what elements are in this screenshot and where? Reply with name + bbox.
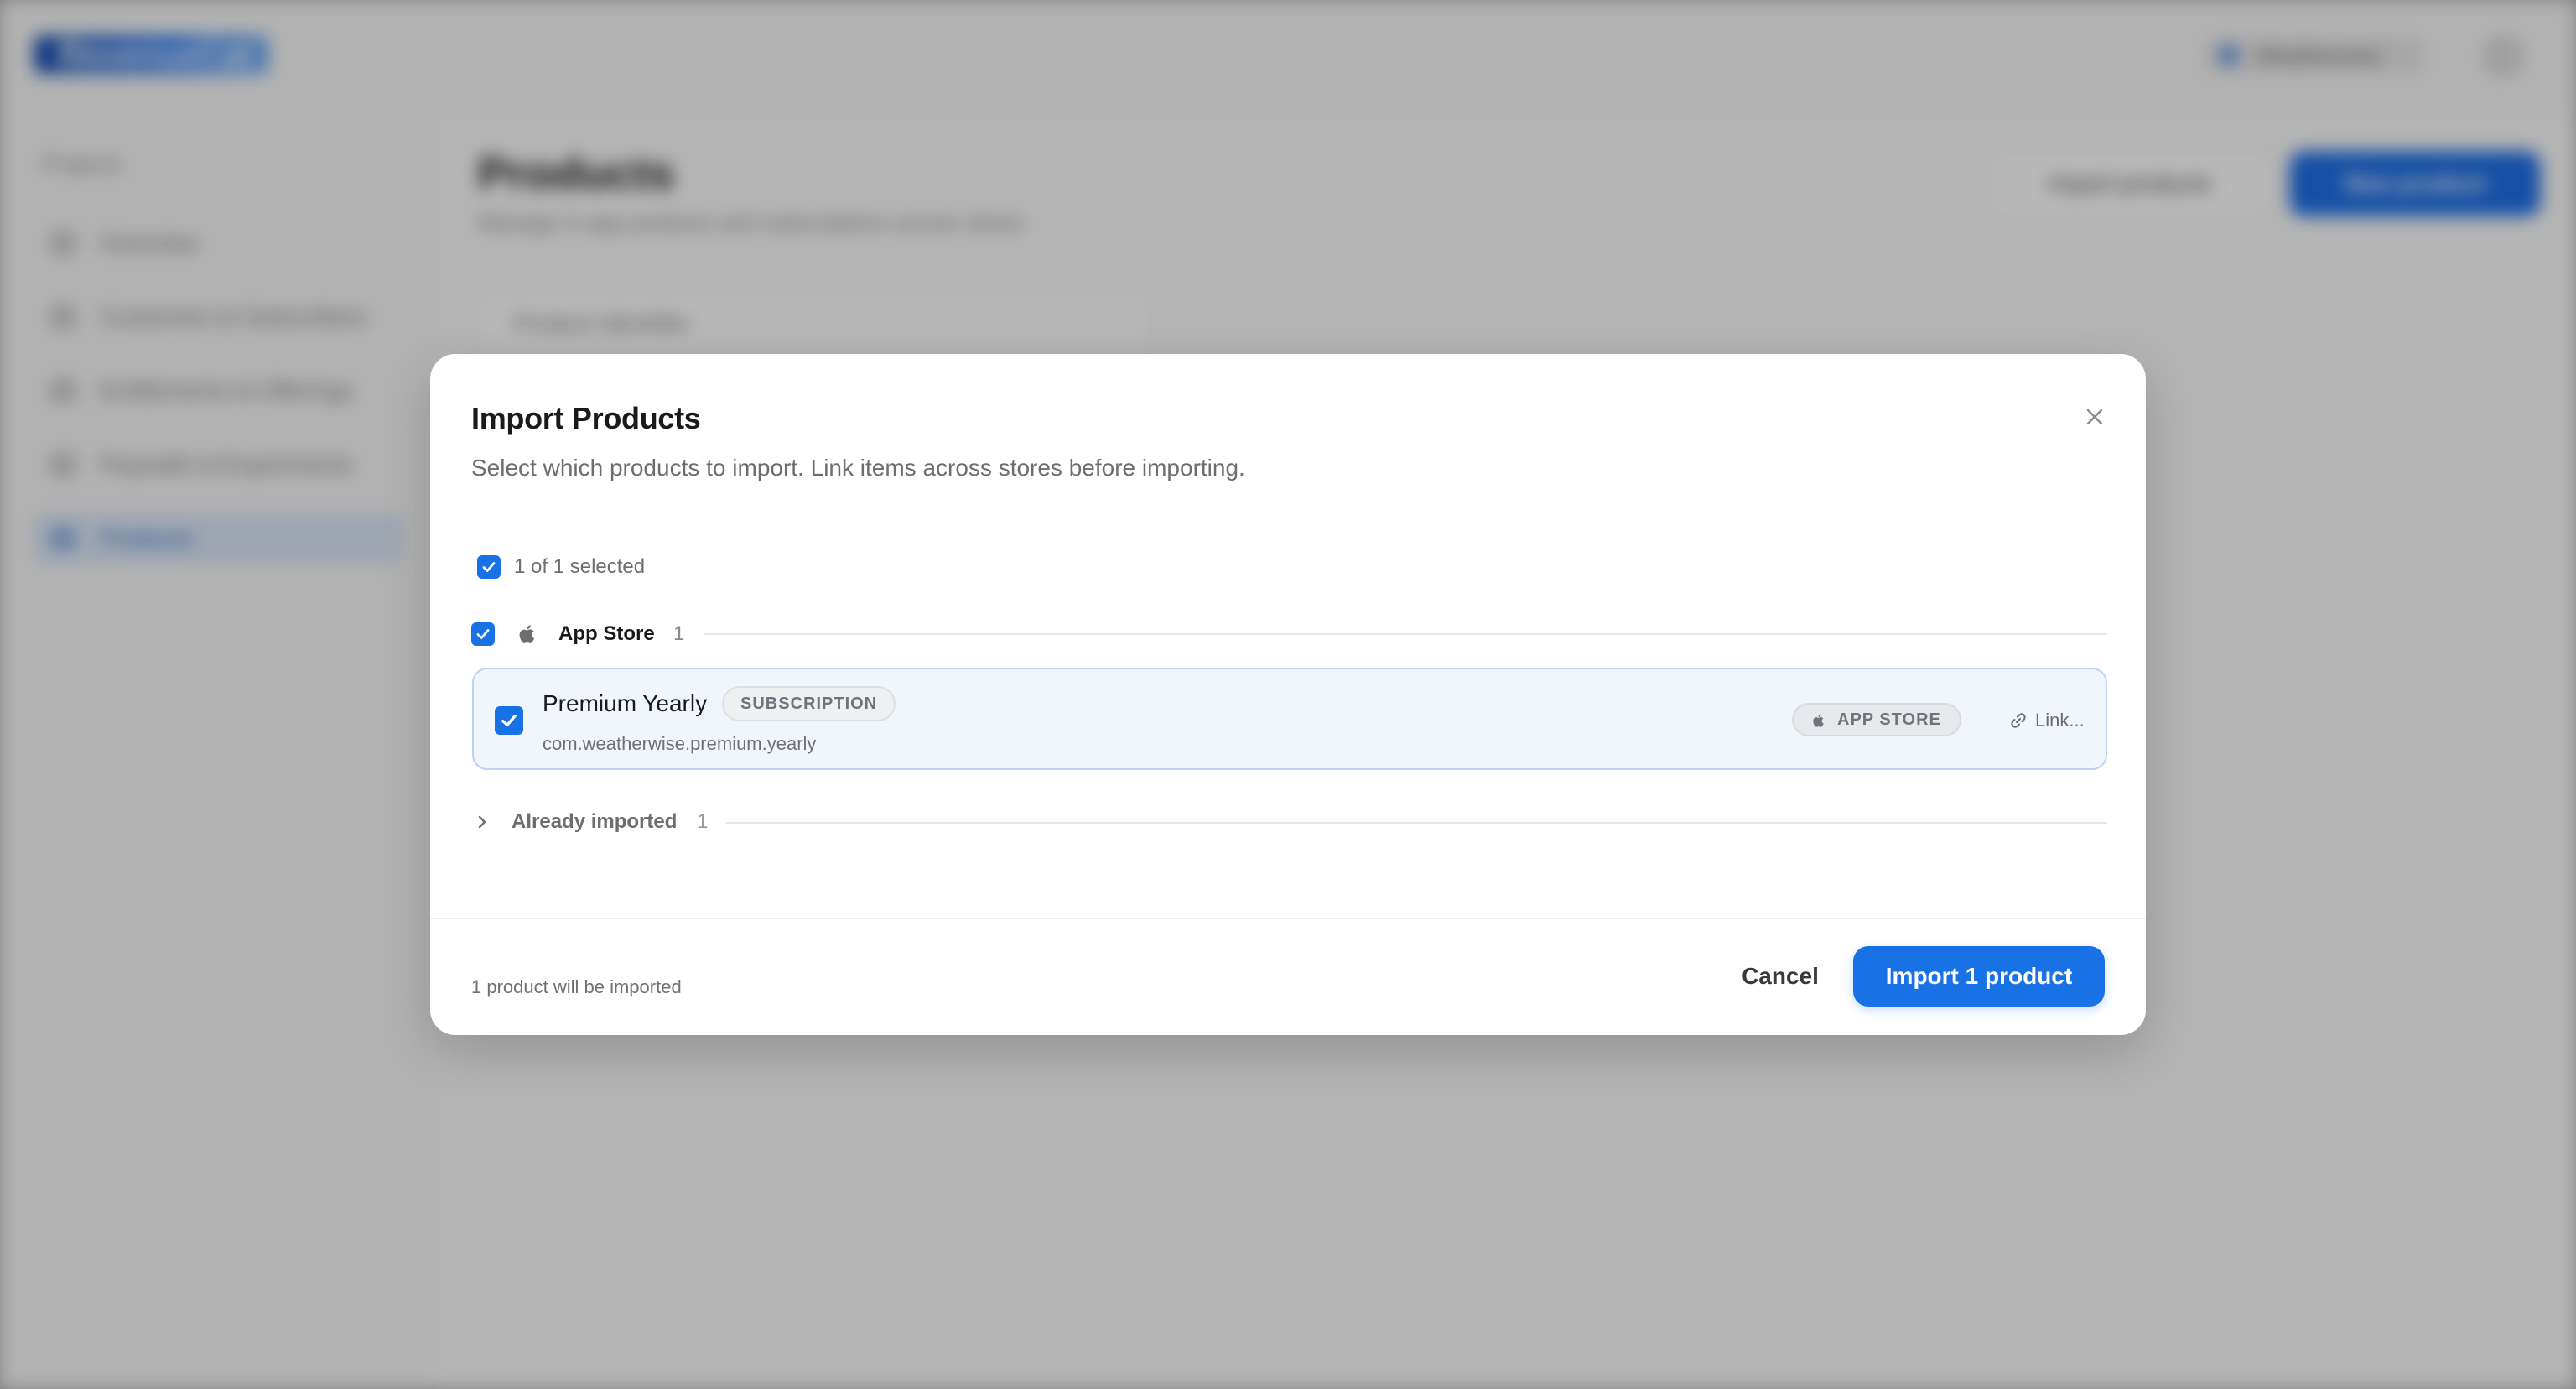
divider bbox=[726, 822, 2107, 824]
selection-count: 1 of 1 selected bbox=[514, 555, 646, 578]
apple-icon bbox=[1813, 714, 1824, 727]
import-products-dialog: Import Products Select which products to… bbox=[430, 354, 2146, 1035]
link-button[interactable]: Link... bbox=[2008, 708, 2085, 733]
already-imported-count: 1 bbox=[697, 810, 709, 833]
store-badge: APP STORE bbox=[1792, 703, 1961, 736]
footer-divider bbox=[430, 918, 2146, 919]
divider bbox=[704, 633, 2107, 635]
store-badge-label: APP STORE bbox=[1837, 710, 1941, 729]
checkmark-icon bbox=[482, 562, 496, 572]
group-checkbox-app-store[interactable] bbox=[471, 622, 495, 646]
product-name: Premium Yearly bbox=[543, 690, 708, 716]
apple-icon bbox=[519, 625, 535, 643]
close-button[interactable] bbox=[2074, 396, 2116, 438]
import-summary: 1 product will be imported bbox=[471, 976, 682, 997]
chevron-right-icon[interactable] bbox=[472, 812, 492, 832]
dialog-title: Import Products bbox=[471, 401, 701, 435]
checkmark-icon bbox=[501, 714, 517, 727]
product-checkbox[interactable] bbox=[495, 706, 523, 735]
product-type-badge: SUBSCRIPTION bbox=[722, 686, 896, 721]
already-imported-toggle[interactable]: Already imported bbox=[512, 810, 677, 834]
import-button[interactable]: Import 1 product bbox=[1853, 946, 2105, 1007]
group-name: App Store bbox=[558, 622, 655, 645]
dialog-description: Select which products to import. Link it… bbox=[471, 455, 1245, 481]
link-icon bbox=[2011, 713, 2026, 728]
product-identifier: com.weatherwise.premium.yearly bbox=[543, 733, 817, 754]
cancel-button[interactable]: Cancel bbox=[1722, 946, 1839, 1007]
link-label: Link... bbox=[2035, 710, 2085, 731]
checkmark-icon bbox=[476, 629, 490, 639]
select-all-checkbox[interactable] bbox=[477, 555, 501, 579]
close-icon bbox=[2086, 408, 2103, 425]
product-row[interactable]: Premium Yearly SUBSCRIPTION com.weatherw… bbox=[472, 668, 2107, 770]
group-count: 1 bbox=[673, 622, 685, 645]
